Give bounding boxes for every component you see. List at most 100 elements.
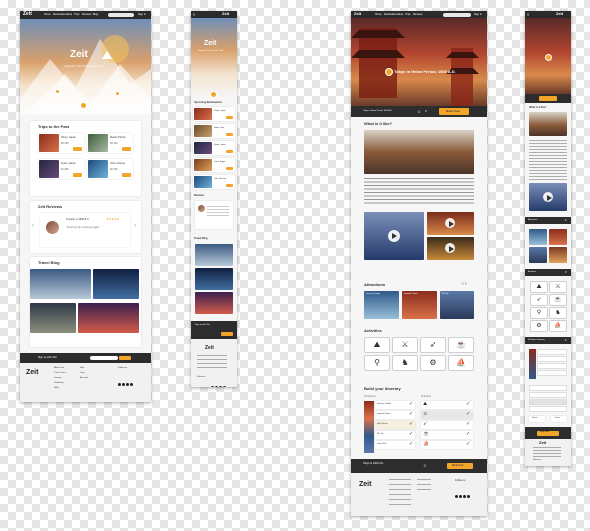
boat-icon[interactable]: ⛵	[549, 320, 567, 332]
sword-icon[interactable]: ⚔	[549, 281, 567, 293]
map-pin-icon[interactable]	[55, 89, 60, 94]
attraction-card[interactable]	[549, 247, 567, 263]
horse-icon[interactable]: ♞	[549, 307, 567, 319]
destination-row[interactable]: Rome, Italy	[193, 124, 235, 138]
boat-icon[interactable]: ⛵	[448, 355, 474, 371]
destination-row[interactable]: Kyoto, Japan	[193, 141, 235, 155]
itinerary-activity-row[interactable]: ⛰ ✓	[421, 401, 473, 409]
nav-link-reviews[interactable]: Reviews	[82, 13, 91, 16]
footer-link[interactable]: FAQs	[54, 387, 59, 389]
itinerary-attraction-row[interactable]: Ueno Park ✓	[375, 441, 415, 449]
itinerary-activity-row[interactable]	[529, 406, 567, 412]
attraction-card[interactable]: Imperial Palace	[402, 291, 437, 319]
check-icon[interactable]: ✓	[409, 421, 413, 427]
itinerary-attraction-row[interactable]	[537, 370, 567, 376]
map-pin-icon[interactable]	[210, 91, 217, 98]
trip-card[interactable]: Tokyo, Japan $2,450	[38, 133, 84, 153]
attraction-card[interactable]: Mt. Fuji	[440, 291, 474, 319]
attraction-card[interactable]	[529, 247, 547, 263]
trip-book-button[interactable]	[73, 173, 82, 177]
play-icon[interactable]	[445, 243, 455, 253]
blog-post-image[interactable]	[195, 268, 233, 290]
itinerary-activity-row[interactable]: ➶ ✓	[421, 421, 473, 429]
blog-post-image[interactable]	[93, 269, 139, 299]
check-icon[interactable]: ✓	[466, 431, 470, 437]
social-icons[interactable]	[118, 373, 134, 391]
check-icon[interactable]: ✓	[466, 441, 470, 447]
trip-card[interactable]: Kyoto, Japan $1,980	[38, 159, 84, 179]
itinerary-activity-row[interactable]: ⛵ ✓	[421, 441, 473, 449]
footer-link[interactable]: Guidelines	[54, 382, 64, 384]
blog-post-image[interactable]	[78, 303, 139, 333]
itinerary-activity-row[interactable]: ⚔ ✓	[421, 411, 473, 419]
video-thumbnail[interactable]	[427, 212, 474, 235]
attractions-arrows-icon[interactable]: ‹ ›	[462, 281, 467, 287]
book-now-button[interactable]: Book Now	[537, 431, 559, 436]
itinerary-attraction-row[interactable]	[537, 349, 567, 355]
nav-link-home[interactable]: Home	[375, 13, 382, 16]
check-icon[interactable]: ✓	[466, 421, 470, 427]
blog-post-image[interactable]	[195, 292, 233, 314]
nav-link-blog[interactable]: Blog	[93, 13, 98, 16]
tea-icon[interactable]: ☕	[448, 337, 474, 353]
newsletter-email-input[interactable]	[90, 356, 118, 360]
blog-post-image[interactable]	[195, 244, 233, 266]
itinerary-activity-row[interactable]	[529, 385, 567, 391]
itinerary-attraction-row[interactable]: Imperial Palace ✓	[375, 411, 415, 419]
footer-link[interactable]: About Zeit	[54, 367, 64, 369]
footer-link[interactable]: Trips	[80, 372, 85, 374]
cycling-icon[interactable]: ⚲	[364, 355, 390, 371]
check-icon[interactable]: ✓	[409, 411, 413, 417]
nav-link-destinations[interactable]: Destinations	[53, 13, 67, 16]
destination-book-button[interactable]	[226, 116, 233, 119]
itinerary-activity-row[interactable]: ☕ ✓	[421, 431, 473, 439]
destination-book-button[interactable]	[226, 184, 233, 187]
chevron-down-icon[interactable]: ▾	[565, 218, 567, 222]
newsletter-signup-button[interactable]	[119, 356, 131, 360]
destination-book-button[interactable]	[226, 167, 233, 170]
book-now-button[interactable]	[539, 96, 557, 101]
destination-book-button[interactable]	[226, 150, 233, 153]
itinerary-activity-row[interactable]	[529, 399, 567, 405]
map-pin-icon[interactable]	[80, 102, 87, 109]
attraction-card[interactable]	[549, 229, 567, 245]
traveler-icon[interactable]: ☺	[423, 463, 427, 468]
sword-icon[interactable]: ⚔	[392, 337, 418, 353]
check-icon[interactable]: ✓	[466, 411, 470, 417]
traveler-icon[interactable]: ☺	[417, 109, 421, 114]
destination-row[interactable]: Cairo, Egypt	[193, 158, 235, 172]
nav-link-trips[interactable]: Trips	[74, 13, 79, 16]
video-thumbnail[interactable]	[427, 237, 474, 260]
itinerary-attraction-row[interactable]: Mt. Fuji ✓	[375, 431, 415, 439]
nav-link-eras[interactable]: Eras	[398, 13, 403, 16]
attraction-card[interactable]: Senso-ji Temple	[364, 291, 399, 319]
play-icon[interactable]	[445, 218, 455, 228]
nav-search-input[interactable]	[443, 13, 471, 17]
save-button[interactable]: Save	[551, 416, 567, 422]
check-icon[interactable]: ✓	[466, 401, 470, 407]
nav-link-destinations[interactable]: Destinations	[384, 13, 398, 16]
review-next-arrow-icon[interactable]: ›	[134, 223, 136, 229]
trip-book-button[interactable]	[122, 147, 131, 151]
itinerary-attraction-row[interactable]	[537, 363, 567, 369]
blog-post-image[interactable]	[30, 269, 91, 299]
nav-link-eras[interactable]: Eras	[67, 13, 72, 16]
review-prev-arrow-icon[interactable]: ‹	[32, 223, 34, 229]
footer-link[interactable]: Account	[80, 377, 88, 379]
attraction-card[interactable]	[529, 229, 547, 245]
nav-logo[interactable]: Zeit	[23, 11, 32, 17]
destination-book-button[interactable]	[226, 133, 233, 136]
nav-link-home[interactable]: Home	[44, 13, 51, 16]
footer-link[interactable]: Travel Tours	[54, 372, 66, 374]
menu-icon[interactable]: ≡	[193, 12, 195, 17]
social-icons[interactable]	[547, 459, 563, 466]
social-icons[interactable]	[455, 485, 471, 503]
book-now-button[interactable]: Book Now	[439, 108, 469, 115]
video-thumbnail[interactable]	[364, 212, 424, 260]
trip-book-button[interactable]	[122, 173, 131, 177]
footer-link[interactable]: Help	[80, 367, 85, 369]
nav-link-reviews[interactable]: Reviews	[413, 13, 422, 16]
itinerary-attraction-row[interactable]: Meiji Shrine ✓	[375, 421, 415, 429]
itinerary-attraction-row[interactable]	[537, 356, 567, 362]
check-icon[interactable]: ✓	[409, 441, 413, 447]
